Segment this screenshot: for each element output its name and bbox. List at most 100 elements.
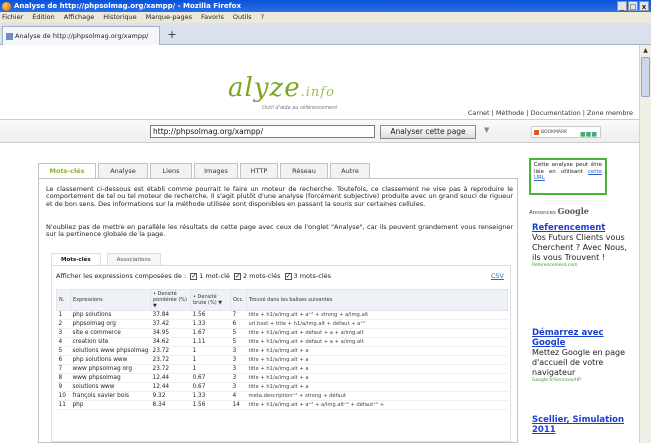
new-tab-button[interactable]: + <box>165 28 179 42</box>
ad-title[interactable]: Scellier, Simulation 2011 <box>532 415 636 435</box>
row-density-weighted: 12.44 <box>150 373 191 383</box>
row-expression: php solutions www <box>70 355 151 365</box>
tab-reseau[interactable]: Réseau <box>280 163 328 178</box>
row-density-weighted: 8.34 <box>150 400 191 410</box>
scroll-up-icon[interactable]: ▲ <box>640 45 651 56</box>
checkbox-1-mot[interactable] <box>190 272 198 280</box>
row-density-raw: 0.67 <box>190 373 231 383</box>
link-info-url[interactable]: URL <box>534 175 545 181</box>
firefox-icon <box>2 2 11 11</box>
page-tabs: Mots-clés Analyse Liens Images HTTP Rése… <box>38 163 372 179</box>
window-title: Analyse de http://phpsolmag.org/xampp/ -… <box>14 2 241 10</box>
table-row: 10 françois xavier bois 9.32 1.33 4 meta.desc… <box>56 391 508 401</box>
maximize-button[interactable]: □ <box>628 1 638 11</box>
menu-edition[interactable]: Édition <box>32 12 55 23</box>
top-links[interactable]: Carnet | Méthode | Documentation | Zone … <box>468 109 633 117</box>
analyze-button[interactable]: Analyser cette page <box>380 125 476 139</box>
site-logo[interactable]: alyze.info <box>228 73 335 103</box>
row-occurrences: 6 <box>230 319 247 329</box>
reminder-paragraph: N'oubliez pas de mettre en parallèle les… <box>46 223 513 239</box>
close-button[interactable]: x <box>639 1 649 11</box>
menu-marque-pages[interactable]: Marque-pages <box>146 12 192 23</box>
menu-fichier[interactable]: Fichier <box>2 12 23 23</box>
menu-bar: Fichier Édition Affichage Historique Mar… <box>0 12 651 23</box>
favicon-icon <box>6 33 13 40</box>
browser-tab[interactable]: Analyse de http://phpsolmag.org/xampp/ <box>2 26 160 45</box>
tab-liens[interactable]: Liens <box>150 163 192 178</box>
csv-link[interactable]: CSV <box>491 272 504 280</box>
menu-historique[interactable]: Historique <box>103 12 136 23</box>
option-3-label: 3 mots-clés <box>293 272 332 280</box>
bookmark-icon <box>534 130 539 135</box>
row-expression: php <box>70 400 151 410</box>
row-density-weighted: 37.84 <box>150 310 191 320</box>
ad-title[interactable]: Démarrez avec Google <box>532 328 636 348</box>
row-density-raw: 1.11 <box>190 337 231 347</box>
row-tags: title + h1/a/img.alt + a <box>246 373 508 383</box>
tab-mots-cles[interactable]: Mots-clés <box>38 163 96 179</box>
col-n: N. <box>56 289 71 311</box>
row-occurrences: 4 <box>230 391 247 401</box>
menu-affichage[interactable]: Affichage <box>64 12 95 23</box>
ad-url[interactable]: Google.fr/Services/HP <box>532 378 636 383</box>
col-expressions[interactable]: Expressions <box>70 289 151 311</box>
table-row: 11 php 8.34 1.56 14 title + h1/a/img.alt + a⁺… <box>56 400 508 410</box>
browser-tab-strip: Analyse de http://phpsolmag.org/xampp/ + <box>0 23 651 45</box>
tab-analyse[interactable]: Analyse <box>98 163 148 178</box>
checkbox-2-mots[interactable] <box>233 272 241 280</box>
row-tags: title + h1/a/img.alt + défaut + a + a/im… <box>246 337 508 347</box>
row-tags: title + h1/a/img.alt + a <box>246 355 508 365</box>
row-expression: site e commerce <box>70 328 151 338</box>
row-density-raw: 1.67 <box>190 328 231 338</box>
ad-item[interactable]: Scellier, Simulation 2011 <box>532 415 636 435</box>
col-densite-ponderee[interactable]: • Densité pondérée (%) ▼ <box>150 289 191 311</box>
sub-tabs: Mots-clés Associations <box>51 253 167 265</box>
row-density-weighted: 9.32 <box>150 391 191 401</box>
row-density-weighted: 23.72 <box>150 346 191 356</box>
ad-url[interactable]: Referencement.com <box>532 263 636 268</box>
table-row: 7 www phpsolmag org 23.72 1 3 title + h1/a/im… <box>56 364 508 374</box>
tab-images[interactable]: Images <box>194 163 238 178</box>
row-number: 4 <box>56 337 71 347</box>
ad-title[interactable]: Referencement <box>532 223 636 233</box>
row-density-weighted: 23.72 <box>150 364 191 374</box>
row-tags: meta.description⁺² + strong + défaut <box>246 391 508 401</box>
intro-paragraph: Le classement ci-dessous est établi comm… <box>46 185 513 208</box>
menu-help[interactable]: ? <box>261 12 264 23</box>
tab-http[interactable]: HTTP <box>240 163 278 178</box>
expression-options: Afficher les expressions composées de : … <box>56 272 332 281</box>
logo-suffix: .info <box>300 85 335 100</box>
ad-item[interactable]: Referencement Vos Futurs Clients vous Ch… <box>532 223 636 268</box>
row-occurrences: 3 <box>230 355 247 365</box>
row-occurrences: 3 <box>230 382 247 392</box>
row-tags: title + h1/a/img.alt + a <box>246 382 508 392</box>
menu-favoris[interactable]: Favoris <box>201 12 224 23</box>
link-info-word[interactable]: cette <box>588 169 602 175</box>
row-expression: phpsolmag org <box>70 319 151 329</box>
row-density-raw: 0.67 <box>190 382 231 392</box>
row-number: 3 <box>56 328 71 338</box>
row-density-raw: 1.56 <box>190 310 231 320</box>
row-tags: title + h1/a/img.alt + a <box>246 364 508 374</box>
dropdown-arrow-icon[interactable]: ▼ <box>484 126 489 134</box>
row-density-raw: 1 <box>190 355 231 365</box>
menu-outils[interactable]: Outils <box>233 12 252 23</box>
col-densite-brute[interactable]: • Densité brute (%) ▼ <box>190 289 231 311</box>
table-row: 2 phpsolmag org 37.42 1.33 6 url.host + title… <box>56 319 508 329</box>
row-tags: title + h1/a/img.alt + a <box>246 346 508 356</box>
checkbox-3-mots[interactable] <box>284 272 292 280</box>
minimize-button[interactable]: _ <box>617 1 627 11</box>
row-occurrences: 3 <box>230 373 247 383</box>
url-input[interactable]: http://phpsolmag.org/xampp/ <box>150 125 375 138</box>
vertical-scrollbar[interactable]: ▲ <box>639 45 651 443</box>
scroll-thumb[interactable] <box>641 57 650 97</box>
tab-autre[interactable]: Autre <box>330 163 370 178</box>
table-row: 1 php solutions 37.84 1.56 7 title + h1/a/img… <box>56 310 508 320</box>
row-number: 1 <box>56 310 71 320</box>
bookmark-button[interactable]: BOOKMARK ■■■ <box>531 126 601 138</box>
ad-item[interactable]: Démarrez avec Google Mettez Google en pa… <box>532 328 636 383</box>
subtab-associations[interactable]: Associations <box>106 253 161 265</box>
table-row: 9 solutions www 12.44 0.67 3 title + h1/a/img… <box>56 382 508 392</box>
subtab-mots-cles[interactable]: Mots-clés <box>51 253 101 265</box>
row-number: 11 <box>56 400 71 410</box>
